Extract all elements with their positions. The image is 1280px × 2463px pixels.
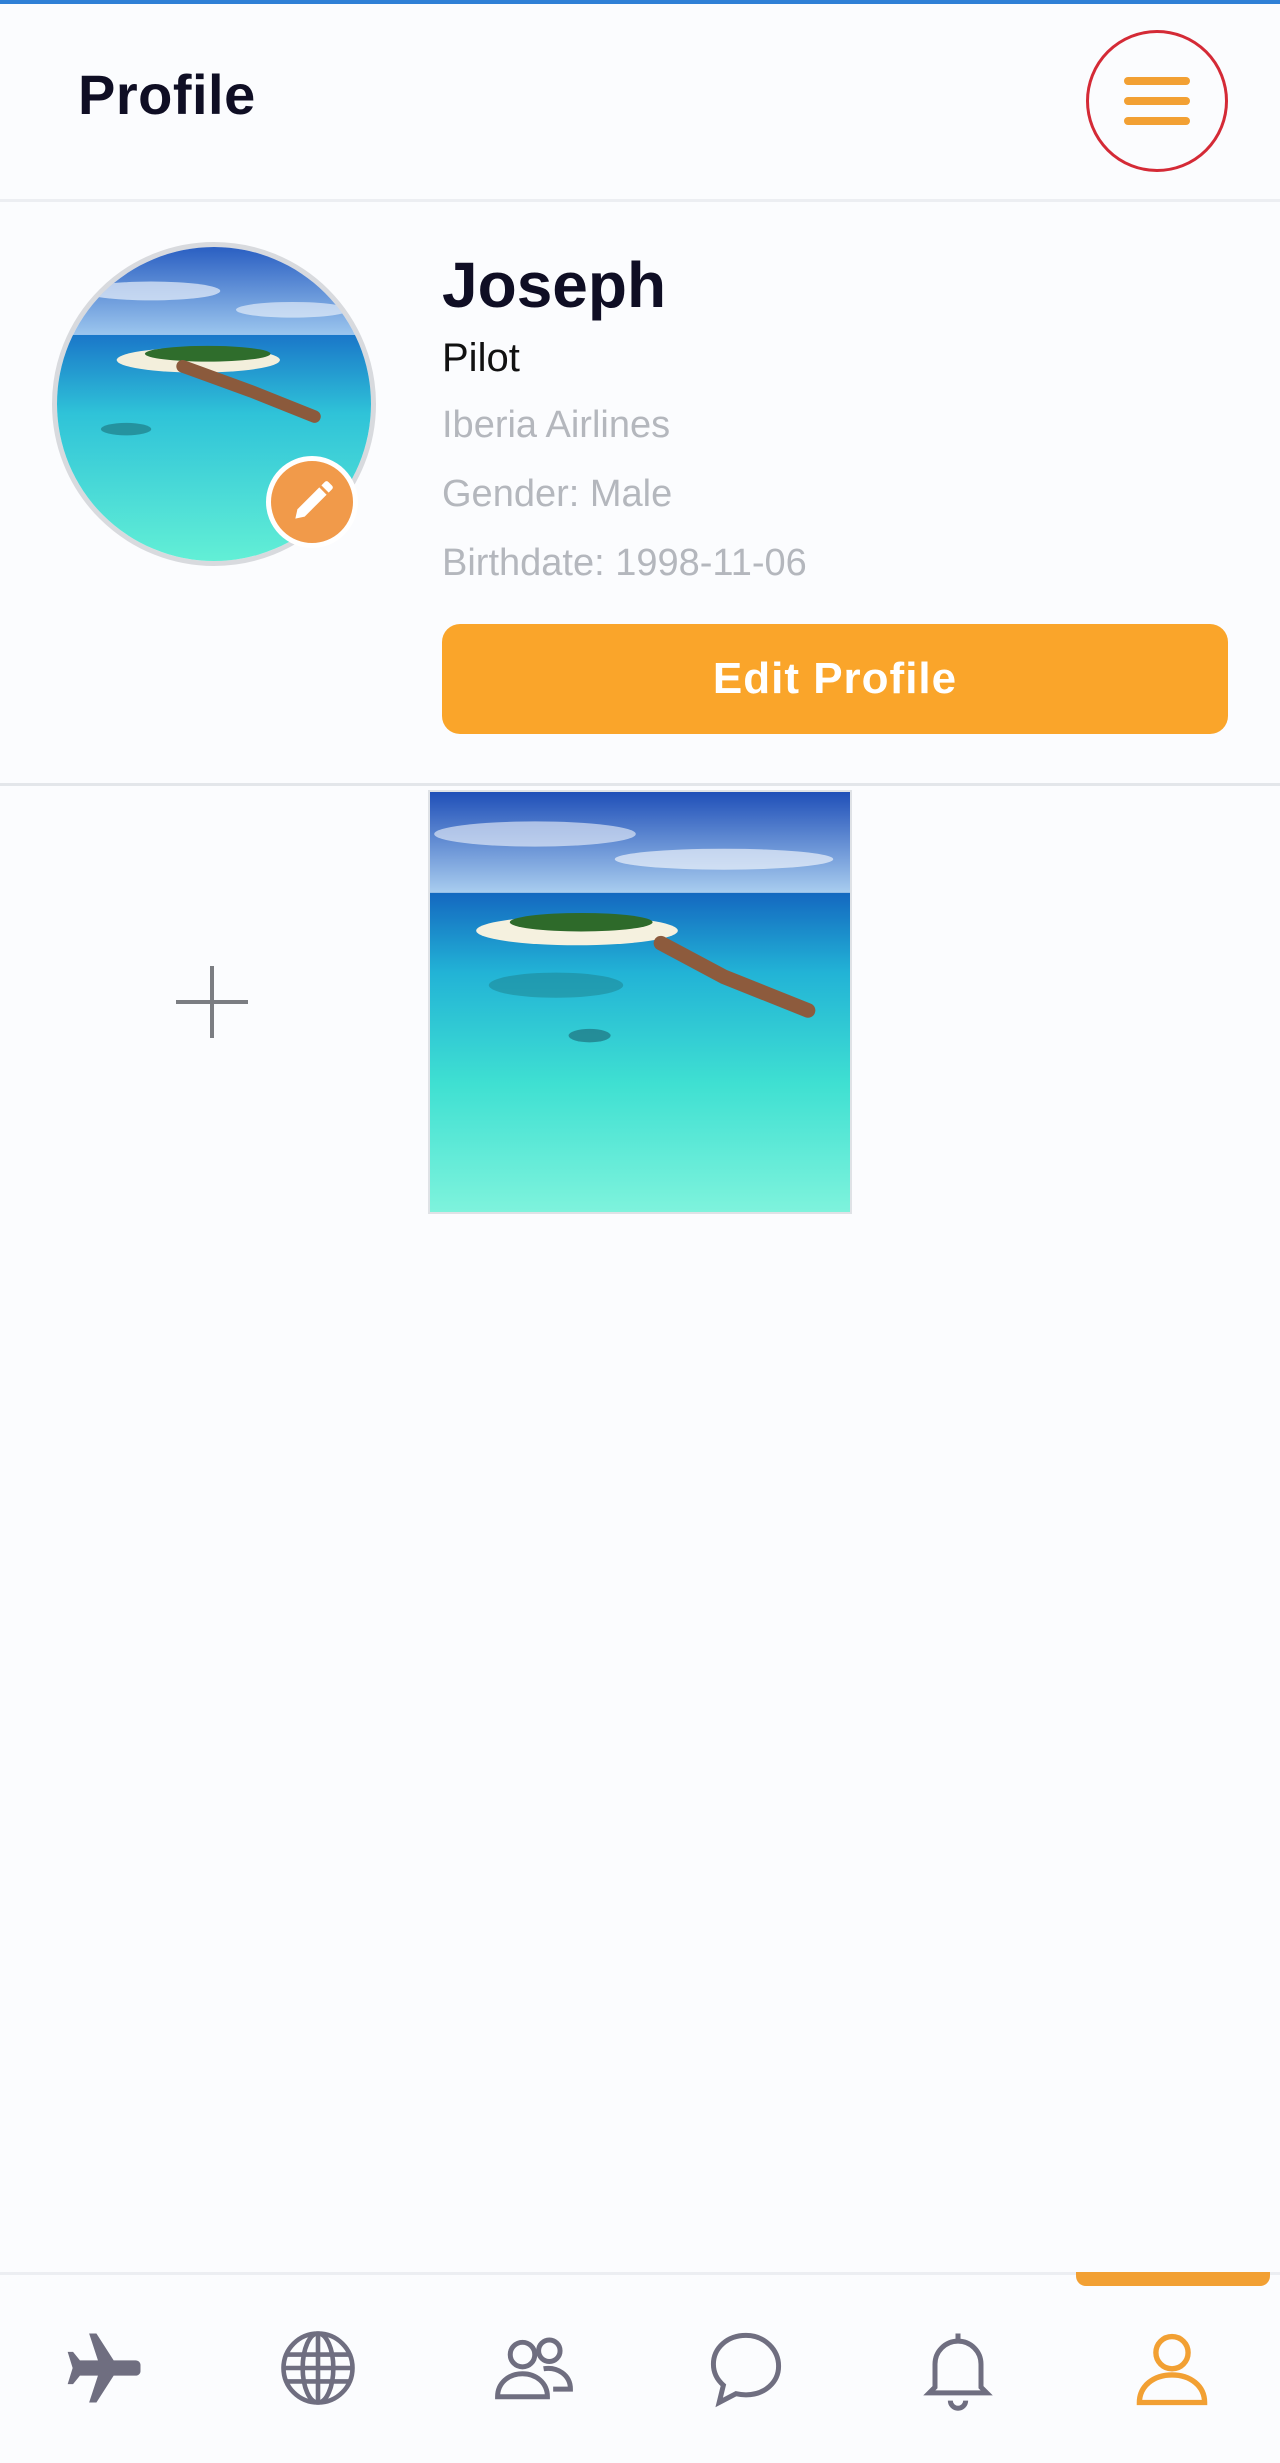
page-title: Profile	[78, 63, 256, 126]
user-icon	[1136, 2333, 1208, 2406]
profile-gender: Gender: Male	[442, 473, 673, 515]
nav-flights[interactable]	[56, 2318, 156, 2418]
profile-airline: Iberia Airlines	[442, 404, 671, 446]
profile-card: Joseph Pilot Iberia Airlines Gender: Mal…	[0, 202, 1280, 786]
nav-profile[interactable]	[1122, 2318, 1222, 2418]
nav-notifications[interactable]	[908, 2318, 1008, 2418]
nav-explore[interactable]	[268, 2318, 368, 2418]
pencil-icon	[295, 481, 333, 519]
nav-friends[interactable]	[484, 2318, 584, 2418]
profile-name: Joseph	[442, 249, 667, 321]
globe-icon	[281, 2331, 355, 2405]
bell-icon	[923, 2333, 993, 2411]
island-resort-photo	[430, 792, 850, 1212]
edit-profile-button[interactable]: Edit Profile	[442, 624, 1228, 734]
bottom-navigation	[0, 2272, 1280, 2463]
hamburger-menu-icon	[1124, 71, 1190, 131]
airplane-icon	[67, 2333, 141, 2403]
menu-button[interactable]	[1086, 30, 1228, 172]
chat-icon	[710, 2332, 782, 2408]
plus-icon[interactable]	[176, 966, 248, 1038]
people-icon	[495, 2337, 573, 2400]
avatar-edit-button[interactable]	[266, 456, 358, 548]
gallery-photo[interactable]	[428, 790, 852, 1214]
active-tab-indicator	[1076, 2272, 1270, 2286]
nav-messages[interactable]	[696, 2318, 796, 2418]
profile-birthdate: Birthdate: 1998-11-06	[442, 542, 807, 584]
app-header: Profile	[0, 4, 1280, 202]
profile-occupation: Pilot	[442, 336, 520, 380]
